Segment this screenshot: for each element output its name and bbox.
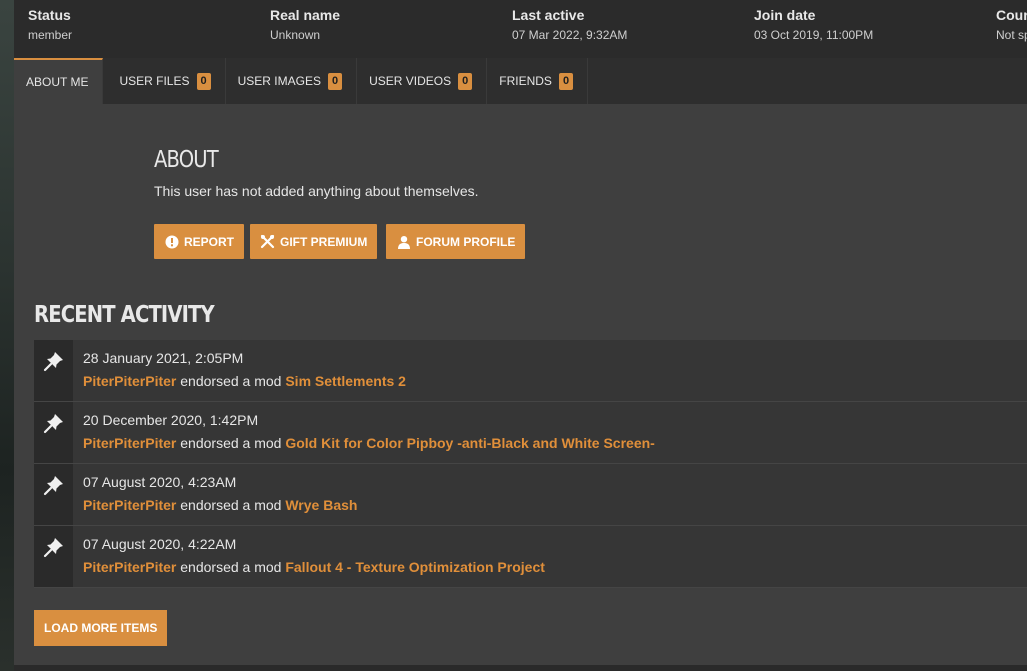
stat-label: Last active [512,7,585,23]
gift-premium-button[interactable]: GIFT PREMIUM [250,224,378,259]
tab-user-videos[interactable]: USER VIDEOS 0 [357,58,488,104]
pin-icon [34,526,73,587]
tab-label: FRIENDS [499,74,552,88]
activity-mod-link[interactable]: Fallout 4 - Texture Optimization Project [285,559,545,575]
forum-profile-button[interactable]: FORUM PROFILE [386,224,526,259]
stat-label: Cour [996,7,1027,23]
activity-timestamp: 20 December 2020, 1:42PM [83,412,259,428]
stat-last-active: Last active 07 Mar 2022, 9:32AM [512,7,627,42]
activity-action: endorsed a mod [176,559,286,575]
tab-count-badge: 0 [558,72,574,90]
pin-icon [34,340,73,401]
activity-timestamp: 07 August 2020, 4:22AM [83,536,237,552]
tab-label: USER VIDEOS [369,74,452,88]
stat-value: Unknown [270,28,321,42]
tab-count-badge: 0 [458,72,473,90]
activity-list: 28 January 2021, 2:05PM PiterPiterPiter … [34,340,1027,588]
activity-timestamp: 07 August 2020, 4:23AM [83,474,237,490]
stat-status: Status member [28,7,72,42]
stat-join-date: Join date 03 Oct 2019, 11:00PM [754,7,873,42]
tab-label: USER FILES [119,74,190,88]
tab-label: USER IMAGES [237,74,321,88]
activity-item: 07 August 2020, 4:23AM PiterPiterPiter e… [34,464,1027,526]
tab-friends[interactable]: FRIENDS 0 [487,58,589,104]
pin-icon [34,402,73,463]
pin-icon [34,464,73,525]
stat-label: Status [28,7,71,23]
stat-value: Not sp [996,28,1027,42]
stat-label: Real name [270,7,341,23]
stat-value: 07 Mar 2022, 9:32AM [512,28,628,42]
recent-activity-heading: RECENT ACTIVITY [34,302,215,328]
about-text: This user has not added anything about t… [154,183,479,199]
activity-user-link[interactable]: PiterPiterPiter [83,497,176,513]
load-more-label: LOAD MORE ITEMS [44,621,158,635]
activity-item: 07 August 2020, 4:22AM PiterPiterPiter e… [34,526,1027,588]
tab-count-badge: 0 [327,72,343,90]
activity-item: 20 December 2020, 1:42PM PiterPiterPiter… [34,402,1027,464]
activity-action: endorsed a mod [176,497,286,513]
activity-mod-link[interactable]: Gold Kit for Color Pipboy -anti-Black an… [285,435,654,451]
report-label: REPORT [184,234,235,249]
profile-panel: Status member Real name Unknown Last act… [14,0,1027,665]
activity-user-link[interactable]: PiterPiterPiter [83,373,176,389]
stat-real-name: Real name Unknown [270,7,340,42]
activity-action: endorsed a mod [176,435,286,451]
gift-premium-label: GIFT PREMIUM [280,234,368,249]
tab-user-images[interactable]: USER IMAGES 0 [226,58,358,104]
stat-country: Cour Not sp [996,7,1027,42]
report-button[interactable]: REPORT [154,224,245,259]
activity-item: 28 January 2021, 2:05PM PiterPiterPiter … [34,340,1027,402]
activity-user-link[interactable]: PiterPiterPiter [83,435,176,451]
alert-icon [164,234,179,249]
profile-tabs: ABOUT ME USER FILES 0 USER IMAGES 0 USER… [14,58,1027,104]
about-heading: ABOUT [154,147,219,173]
user-icon [396,234,411,249]
stat-label: Join date [754,7,816,23]
activity-mod-link[interactable]: Wrye Bash [285,497,357,513]
profile-stats-bar: Status member Real name Unknown Last act… [14,0,1027,58]
stat-value: member [28,28,73,42]
background-image-edge [0,0,14,671]
activity-action: endorsed a mod [176,373,286,389]
forum-profile-label: FORUM PROFILE [416,234,516,249]
stat-value: 03 Oct 2019, 11:00PM [754,28,874,42]
tab-count-badge: 0 [196,72,211,90]
gift-icon [260,234,275,249]
activity-user-link[interactable]: PiterPiterPiter [83,559,176,575]
tab-user-files[interactable]: USER FILES 0 [103,58,226,104]
activity-mod-link[interactable]: Sim Settlements 2 [285,373,406,389]
tab-label: ABOUT ME [26,75,89,89]
tab-about-me[interactable]: ABOUT ME [14,58,104,104]
load-more-button[interactable]: LOAD MORE ITEMS [34,610,168,646]
activity-timestamp: 28 January 2021, 2:05PM [83,350,244,366]
